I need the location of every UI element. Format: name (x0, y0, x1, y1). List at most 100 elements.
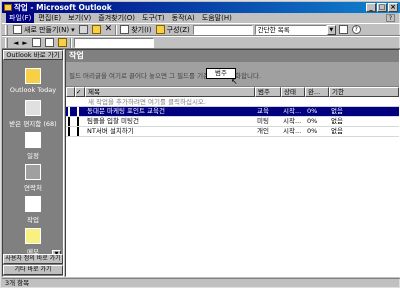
menu-edit[interactable]: 편집(E) (35, 13, 64, 23)
contacts-icon (25, 164, 41, 180)
chevron-down-icon[interactable]: ▼ (326, 24, 336, 35)
stop-button[interactable] (31, 37, 42, 48)
task-row[interactable]: 동대문 마케팅 포인트 교육건 교육 시작... 0% 없음 (66, 107, 399, 117)
print-button[interactable] (78, 24, 89, 35)
tasks-icon (25, 196, 41, 212)
maximize-button[interactable]: □ (377, 3, 387, 12)
new-button[interactable]: 새로 만들기(N) ▾ (12, 24, 76, 35)
outlook-shortcuts-group-button[interactable]: Outlook 바로 가기 (3, 50, 63, 60)
group-by-box: 필드 머리글을 여기로 끌어다 놓으면 그 필드를 기준으로 그룹화합니다. 범… (66, 62, 399, 87)
checkbox-icon[interactable] (77, 117, 79, 126)
office-assistant-icon[interactable]: ? (386, 14, 395, 22)
other-shortcuts-group-button[interactable]: 기타 바로 가기 (3, 265, 63, 275)
complete-column-header[interactable]: ✓ (75, 87, 85, 97)
task-due: 없음 (331, 117, 343, 125)
close-button[interactable]: × (388, 3, 398, 12)
shortcut-inbox[interactable]: 받은 편지함 (68) (3, 100, 63, 128)
title-bar: 작업 - Microsoft Outlook _ □ × (2, 2, 400, 13)
percent-column-header[interactable]: 완... (305, 87, 329, 97)
menu-favorites[interactable]: 즐겨찾기(O) (95, 13, 138, 23)
icon-column-header[interactable] (66, 87, 75, 97)
move-to-folder-button[interactable] (91, 24, 102, 35)
task-status: 시작... (283, 107, 302, 115)
outlook-app-icon (4, 4, 12, 11)
toolbar-grip (5, 37, 8, 48)
organize-button[interactable]: 구성(Z) (155, 24, 191, 35)
current-view-value: 간단한 목록 (254, 24, 327, 35)
task-icon (68, 117, 70, 126)
current-view-select[interactable]: 간단한 목록 ▼ (254, 24, 336, 35)
shortcut-label: 연락처 (24, 184, 42, 192)
outlook-today-icon (25, 68, 41, 84)
find-contact-input[interactable] (192, 24, 253, 35)
subject-column-header[interactable]: 제목 (85, 87, 255, 97)
menu-tools[interactable]: 도구(T) (139, 13, 168, 23)
task-row[interactable]: 팀플을 입찰 미팅건 미팅 시작... 0% 없음 (66, 117, 399, 127)
shortcut-calendar[interactable]: 일정 (3, 132, 63, 160)
checkbox-icon[interactable] (77, 127, 79, 136)
toolbar-separator (69, 37, 72, 48)
checkbox-icon[interactable] (77, 107, 79, 116)
move-folder-icon (91, 25, 101, 34)
task-percent: 0% (307, 107, 318, 115)
task-row[interactable]: NT서버 설치하기 개인 시작... 0% 없음 (66, 127, 399, 137)
shortcut-label: 작업 (27, 216, 39, 224)
toolbar-separator (115, 24, 118, 35)
task-status: 시작... (283, 127, 302, 135)
shortcut-tasks[interactable]: 작업 (3, 196, 63, 224)
due-column-header[interactable]: 기한 (329, 87, 399, 97)
delete-button[interactable]: ✕ (104, 24, 114, 35)
menu-file[interactable]: 파일(F) (6, 13, 35, 23)
shortcut-label: Outlook Today (9, 86, 57, 94)
task-list-pane: 작업 필드 머리글을 여기로 끌어다 놓으면 그 필드를 기준으로 그룹화합니다… (65, 49, 400, 277)
task-icon (68, 107, 70, 116)
print-icon (78, 25, 88, 34)
shortcut-label: 일정 (27, 152, 39, 160)
forward-button[interactable]: ► (21, 37, 28, 48)
task-percent: 0% (307, 117, 318, 125)
delete-icon: ✕ (104, 24, 113, 34)
back-button[interactable]: ◄ (12, 37, 19, 48)
menu-help[interactable]: 도움말(H) (199, 13, 235, 23)
task-icon-cell (66, 107, 75, 116)
task-icon (68, 127, 70, 136)
task-due: 없음 (331, 127, 343, 135)
new-task-row[interactable]: 새 작업을 추가하려면 여기를 클릭하십시오. (66, 97, 399, 107)
help-button[interactable]: ? (351, 24, 362, 35)
find-button[interactable]: 찾기(I) (119, 24, 152, 35)
task-icon-cell (66, 117, 75, 126)
task-category: 미팅 (257, 117, 269, 125)
address-input[interactable] (73, 37, 154, 48)
status-bar: 3개 항목 (2, 278, 400, 288)
home-button[interactable] (57, 37, 68, 48)
new-dropdown-icon[interactable]: ▾ (71, 26, 75, 34)
new-task-icon (13, 25, 22, 34)
folder-banner: 작업 (66, 50, 399, 62)
notes-icon (25, 228, 41, 244)
complete-checkbox[interactable] (75, 117, 85, 126)
forward-arrow-icon: ► (22, 38, 28, 47)
task-icon-cell (66, 127, 75, 136)
menu-view[interactable]: 보기(V) (65, 13, 94, 23)
shortcut-contacts[interactable]: 연락처 (3, 164, 63, 192)
refresh-button[interactable] (44, 37, 55, 48)
category-column-header[interactable]: 범주 (255, 87, 281, 97)
folder-list-button[interactable] (338, 24, 349, 35)
calendar-icon (25, 132, 41, 148)
complete-checkbox[interactable] (75, 107, 85, 116)
minimize-button[interactable]: _ (366, 3, 376, 12)
inbox-icon (25, 100, 41, 116)
folder-list-icon (338, 25, 348, 34)
shortcut-label: 받은 편지함 (68) (9, 120, 57, 128)
outlook-window: 작업 - Microsoft Outlook _ □ × 파일(F) 편집(E)… (0, 0, 400, 288)
mouse-pointer-icon: ↖ (231, 77, 238, 86)
custom-shortcuts-group-button[interactable]: 사용자 정의 바로 가기 (3, 254, 63, 264)
task-subject: NT서버 설치하기 (87, 127, 134, 135)
back-arrow-icon: ◄ (13, 38, 19, 47)
stop-icon (31, 38, 41, 47)
toolbar-grip (5, 24, 8, 35)
status-column-header[interactable]: 상태 (281, 87, 305, 97)
complete-checkbox[interactable] (75, 127, 85, 136)
shortcut-outlook-today[interactable]: Outlook Today (3, 68, 63, 94)
menu-actions[interactable]: 동작(A) (169, 13, 198, 23)
